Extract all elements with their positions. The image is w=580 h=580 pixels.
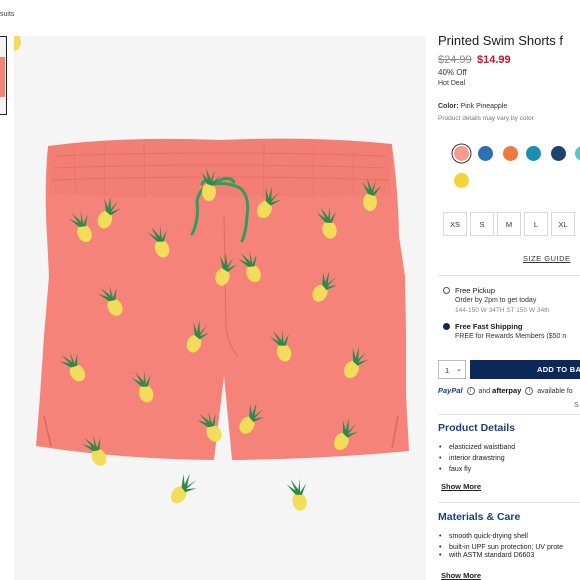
pickup-radio[interactable] [443, 287, 450, 294]
deal-badge: Hot Deal [438, 80, 466, 87]
size-option-m[interactable]: M [497, 212, 521, 236]
quantity-value: 1 [445, 366, 450, 375]
pickup-detail: Order by 2pm to get today [455, 297, 537, 304]
size-option-xs[interactable]: XS [443, 212, 467, 236]
pickup-title: Free Pickup [455, 286, 496, 295]
quantity-select[interactable]: 1 ⌄ [438, 360, 466, 379]
swatch-yellow-print[interactable] [454, 173, 469, 188]
color-label: Color: [438, 103, 459, 110]
afterpay-logo: afterpay [492, 386, 522, 395]
chevron-down-icon: ⌄ [456, 366, 462, 373]
swatch-navy-print[interactable] [551, 146, 566, 161]
divider [438, 414, 580, 415]
size-option-xl[interactable]: XL [551, 212, 575, 236]
truncated-text: S [574, 402, 579, 409]
info-icon[interactable]: i [466, 387, 475, 396]
color-value: Pink Pineapple [460, 103, 508, 110]
list-item: smooth quick-drying shell [438, 533, 563, 541]
list-item: with ASTM standard D6603 [438, 552, 563, 560]
swatch-blue-print[interactable] [478, 146, 493, 161]
size-guide-link[interactable]: SIZE GUIDE [523, 254, 571, 263]
payment-available: available fo [537, 388, 573, 395]
product-details-heading: Product Details [438, 422, 516, 434]
product-image[interactable] [14, 36, 426, 580]
size-option-l[interactable]: L [524, 212, 548, 236]
show-more-details-link[interactable]: Show More [441, 482, 481, 491]
product-details-list: elasticized waistband interior drawstrin… [438, 444, 515, 477]
list-item: interior drawstring [438, 455, 515, 463]
show-more-materials-link[interactable]: Show More [441, 571, 481, 580]
swatch-pink-pineapple[interactable] [454, 146, 469, 161]
shipping-detail: FREE for Rewards Members ($50 n [455, 333, 567, 340]
divider [438, 275, 580, 276]
sale-price: $14.99 [477, 54, 511, 66]
product-info-panel: Printed Swim Shorts f $24.99 $14.99 40% … [438, 0, 580, 580]
breadcrumb[interactable]: suits [0, 11, 14, 18]
divider [438, 502, 580, 503]
original-price: $24.99 [438, 54, 472, 66]
breadcrumb-item[interactable]: suits [0, 11, 14, 18]
shipping-radio[interactable] [443, 323, 450, 330]
add-to-bag-button[interactable]: ADD TO BA [470, 360, 580, 379]
color-label-row: Color: Pink Pineapple [438, 103, 507, 110]
materials-list: smooth quick-drying shell built-in UPF s… [438, 533, 563, 563]
list-item: elasticized waistband [438, 444, 515, 452]
thumbnail-image [0, 57, 5, 97]
product-thumbnail[interactable] [0, 36, 7, 115]
swatch-teal-check[interactable] [526, 146, 541, 161]
color-note: Product details may vary by color [438, 115, 534, 122]
swatch-orange[interactable] [503, 146, 518, 161]
paypal-logo: PayPal [438, 386, 463, 395]
payment-and: and [478, 388, 491, 395]
pickup-address: 144-150 W 34TH ST 150 W 34th [455, 307, 550, 314]
size-option-s[interactable]: S [470, 212, 494, 236]
swim-shorts-image [14, 36, 409, 513]
shipping-title: Free Fast Shipping [455, 322, 523, 331]
list-item: built-in UPF sun protection; UV prote [438, 544, 563, 552]
discount-label: 40% Off [438, 68, 467, 77]
list-item: faux fly [438, 466, 515, 474]
product-title: Printed Swim Shorts f [438, 33, 563, 48]
info-icon[interactable]: i [525, 387, 534, 396]
swatch-aqua[interactable] [575, 146, 580, 161]
payment-options: PayPal i and afterpay i available fo [438, 386, 573, 396]
materials-heading: Materials & Care [438, 511, 521, 523]
